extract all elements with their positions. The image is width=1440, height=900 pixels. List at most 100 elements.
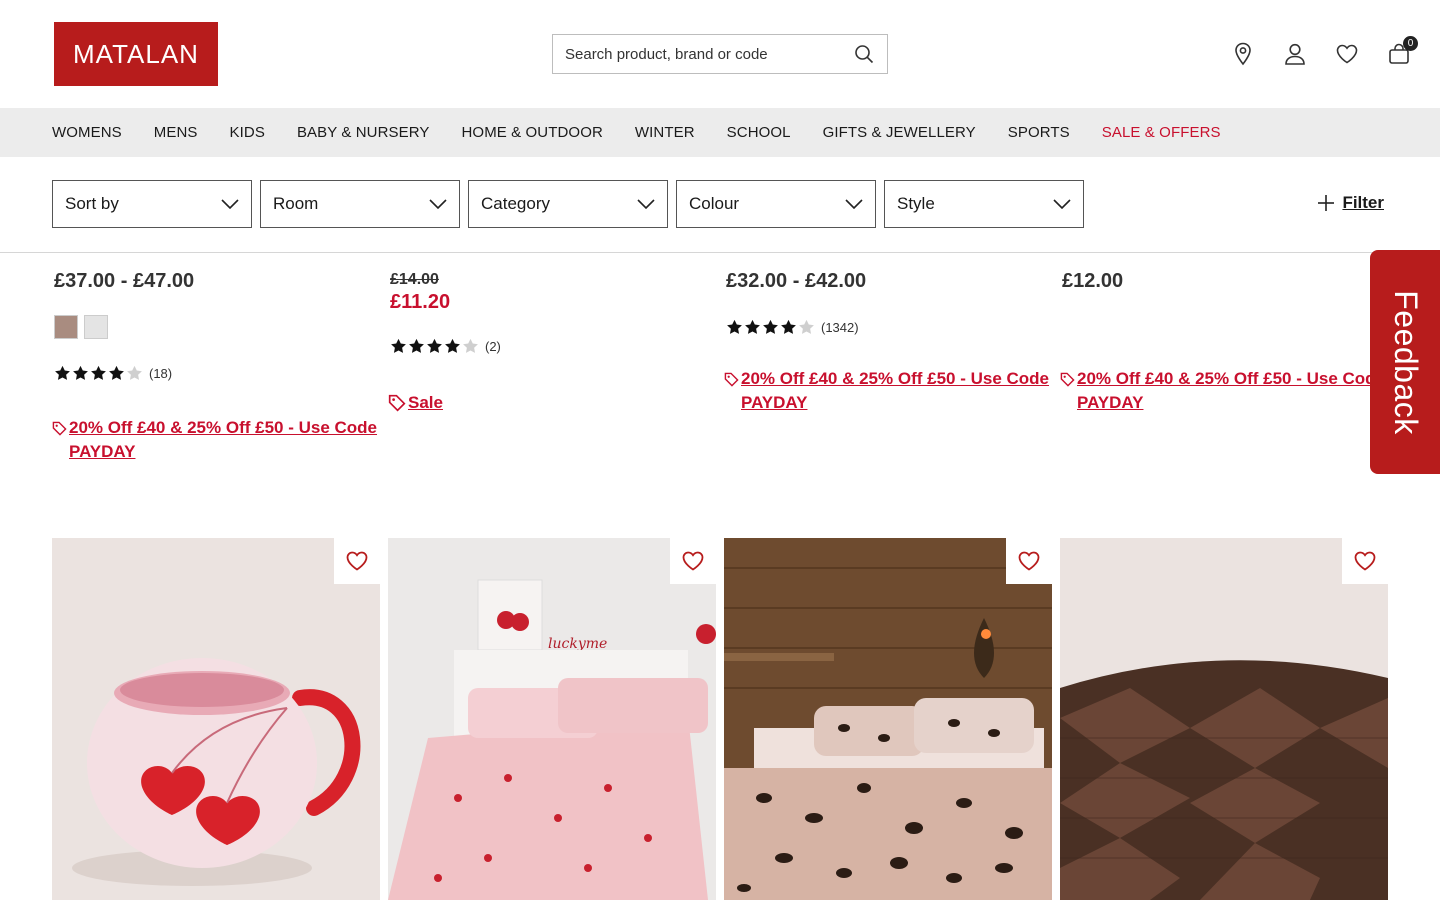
chevron-down-icon: [845, 199, 863, 209]
star-icon: [427, 338, 442, 353]
filter-label: Filter: [1342, 193, 1384, 212]
product-info: £37.00 - £47.00 (18): [54, 253, 384, 381]
wishlist-button[interactable]: [1342, 538, 1388, 584]
promo-text[interactable]: 20% Off £40 & 25% Off £50 - Use Code PAY…: [1077, 367, 1390, 415]
nav-item-mens[interactable]: MENS: [154, 124, 198, 141]
colour-dropdown[interactable]: Colour: [676, 180, 876, 228]
promo-text[interactable]: 20% Off £40 & 25% Off £50 - Use Code PAY…: [69, 416, 382, 464]
filter-bar: Sort by Room Category Colour Style Filte…: [0, 157, 1440, 253]
feedback-tab[interactable]: Feedback: [1370, 250, 1440, 474]
price-tag-icon: [1060, 367, 1075, 391]
star-icon: [73, 365, 88, 380]
chevron-down-icon: [637, 199, 655, 209]
nav-item-sports[interactable]: SPORTS: [1008, 124, 1070, 141]
product-card-image[interactable]: [52, 538, 380, 900]
review-count: (2): [485, 338, 501, 354]
feedback-label: Feedback: [1387, 289, 1424, 435]
review-count: (18): [149, 365, 173, 381]
star-rating: [390, 338, 479, 354]
star-icon: [781, 319, 796, 334]
product-price: £37.00 - £47.00: [54, 270, 195, 292]
bag-icon[interactable]: 0: [1386, 36, 1418, 68]
price-tag-icon: [52, 416, 67, 440]
star-icon: [127, 365, 142, 380]
nav-item-sale-offers[interactable]: SALE & OFFERS: [1102, 124, 1221, 141]
star-icon: [391, 338, 406, 353]
promo-text[interactable]: 20% Off £40 & 25% Off £50 - Use Code PAY…: [741, 367, 1054, 415]
nav-item-kids[interactable]: KIDS: [230, 124, 265, 141]
nav-item-gifts-jewellery[interactable]: GIFTS & JEWELLERY: [823, 124, 976, 141]
nav-item-home-outdoor[interactable]: HOME & OUTDOOR: [462, 124, 603, 141]
now-price: £11.20: [390, 291, 451, 313]
rating[interactable]: (2): [390, 338, 720, 354]
product-image-basket[interactable]: [1060, 538, 1388, 900]
product-info: £32.00 - £42.00 (1342): [726, 253, 1056, 335]
bag-count-badge: 0: [1403, 36, 1418, 51]
colour-swatch[interactable]: [54, 315, 78, 339]
star-icon: [91, 365, 106, 380]
nav-item-baby-nursery[interactable]: BABY & NURSERY: [297, 124, 430, 141]
product-image-mug[interactable]: [52, 538, 380, 900]
was-price: £14.00: [390, 271, 439, 288]
location-pin-icon[interactable]: [1230, 40, 1256, 68]
plus-icon: [1318, 195, 1335, 211]
rating[interactable]: (18): [54, 365, 384, 381]
promo-link[interactable]: 20% Off £40 & 25% Off £50 - Use Code PAY…: [52, 416, 382, 464]
colour-swatches: [54, 315, 384, 339]
matalan-logo[interactable]: MATALAN: [54, 22, 218, 86]
star-icon: [799, 319, 814, 334]
style-dropdown[interactable]: Style: [884, 180, 1084, 228]
star-icon: [463, 338, 478, 353]
dropdown-label: Style: [897, 194, 935, 213]
product-card-image[interactable]: [1060, 538, 1388, 900]
product-info: £12.00: [1062, 253, 1392, 293]
search-icon[interactable]: [853, 43, 875, 65]
site-header: MATALAN 0: [0, 0, 1440, 108]
star-icon: [55, 365, 70, 380]
promo-text[interactable]: Sale: [408, 391, 443, 415]
product-price: £12.00: [1062, 270, 1124, 292]
header-actions: 0: [1230, 36, 1418, 68]
room-dropdown[interactable]: Room: [260, 180, 460, 228]
user-icon[interactable]: [1282, 40, 1308, 68]
star-rating: [54, 365, 143, 381]
wishlist-button[interactable]: [1006, 538, 1052, 584]
star-rating: [726, 319, 815, 335]
product-image-bedding[interactable]: luckyme: [388, 538, 716, 900]
nav-item-womens[interactable]: WOMENS: [52, 124, 122, 141]
category-dropdown[interactable]: Category: [468, 180, 668, 228]
product-card-image[interactable]: [724, 538, 1052, 900]
star-icon: [445, 338, 460, 353]
search-bar[interactable]: [552, 34, 888, 74]
promo-link[interactable]: Sale: [388, 391, 718, 415]
promo-link[interactable]: 20% Off £40 & 25% Off £50 - Use Code PAY…: [724, 367, 1054, 415]
sort-by-dropdown[interactable]: Sort by: [52, 180, 252, 228]
heart-icon[interactable]: [1334, 40, 1360, 68]
wishlist-button[interactable]: [670, 538, 716, 584]
product-price: £32.00 - £42.00: [726, 270, 867, 292]
wishlist-button[interactable]: [334, 538, 380, 584]
filter-button[interactable]: Filter: [1318, 193, 1384, 213]
rating[interactable]: (1342): [726, 319, 1056, 335]
star-icon: [763, 319, 778, 334]
heart-icon: [1018, 551, 1040, 571]
star-icon: [409, 338, 424, 353]
promo-link[interactable]: 20% Off £40 & 25% Off £50 - Use Code PAY…: [1060, 367, 1390, 415]
nav-item-school[interactable]: SCHOOL: [727, 124, 791, 141]
product-info: £14.00 £11.20 (2): [390, 253, 720, 354]
star-icon: [727, 319, 742, 334]
search-input[interactable]: [565, 45, 853, 63]
nav-item-winter[interactable]: WINTER: [635, 124, 695, 141]
chevron-down-icon: [221, 199, 239, 209]
review-count: (1342): [821, 319, 859, 335]
product-card-image[interactable]: luckyme: [388, 538, 716, 900]
heart-icon: [682, 551, 704, 571]
colour-swatch[interactable]: [84, 315, 108, 339]
dropdown-label: Category: [481, 194, 550, 213]
svg-text:luckyme: luckyme: [548, 636, 607, 652]
star-icon: [745, 319, 760, 334]
product-image-leopard-bedding[interactable]: [724, 538, 1052, 900]
chevron-down-icon: [1053, 199, 1071, 209]
price-tag-icon: [724, 367, 739, 391]
chevron-down-icon: [429, 199, 447, 209]
